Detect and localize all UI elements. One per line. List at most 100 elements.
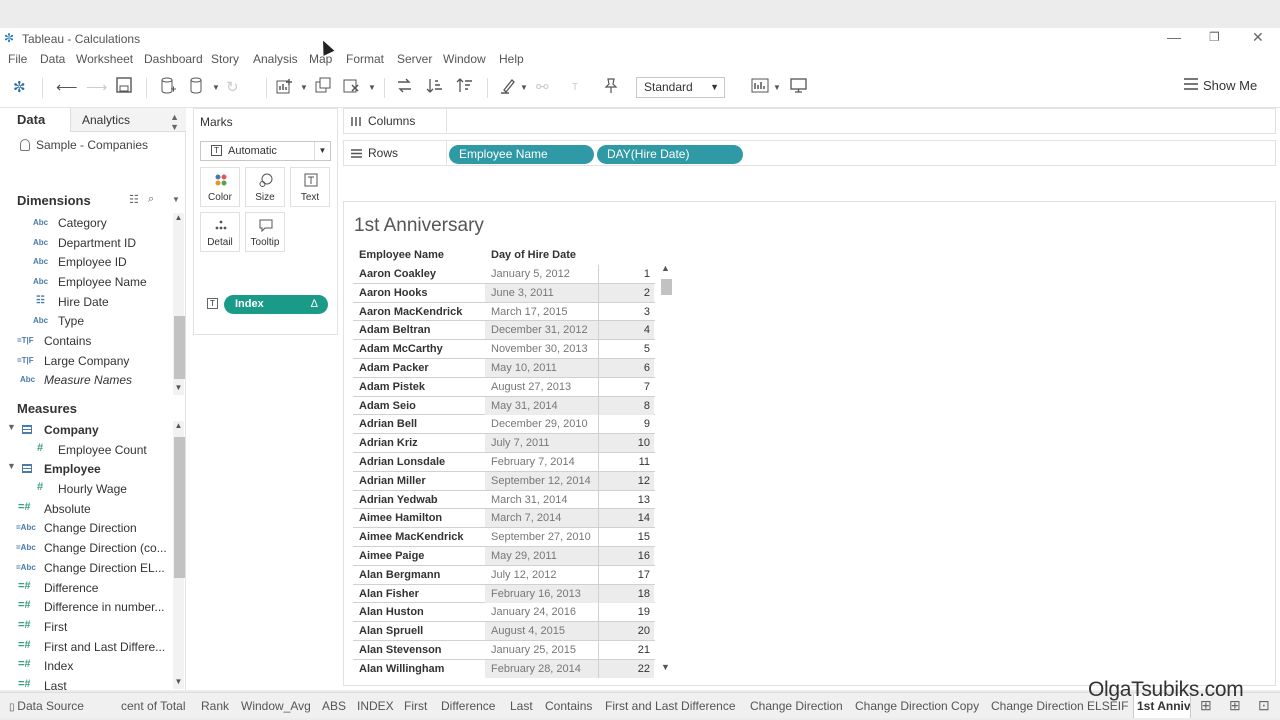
hire-date-cell[interactable]: January 25, 2015 [485,641,598,659]
pause-updates-icon[interactable] [189,77,205,99]
index-cell[interactable]: 6 [598,358,654,377]
close-button[interactable]: ✕ [1252,29,1264,46]
chevron-down-icon[interactable]: ▼ [773,77,781,99]
highlight-icon[interactable] [500,77,517,99]
field-first[interactable]: =# First [0,617,170,636]
employee-name-cell[interactable]: Aaron MacKendrick [359,303,462,321]
field-hire-date[interactable]: ☷ Hire Date [0,292,170,311]
hire-date-cell[interactable]: February 16, 2013 [485,584,598,603]
index-cell[interactable]: 12 [598,471,654,490]
hire-date-cell[interactable]: August 4, 2015 [485,622,598,641]
scroll-down-icon[interactable]: ▼ [173,383,184,392]
index-cell[interactable]: 4 [598,321,654,340]
tooltip-button[interactable]: Tooltip [245,212,285,252]
scroll-up-icon[interactable]: ▲ [173,421,184,430]
field-first-and-last-difference[interactable]: =# First and Last Differe... [0,637,170,656]
pin-icon[interactable] [602,77,619,99]
menu-worksheet[interactable]: Worksheet [76,52,133,66]
sheet-tab[interactable]: Difference [441,699,495,713]
hire-date-cell[interactable]: January 5, 2012 [485,265,598,283]
refresh-icon[interactable]: ↻ [226,77,239,99]
employee-name-cell[interactable]: Adam Seio [359,397,416,415]
menu-format[interactable]: Format [346,52,384,66]
collapse-icon[interactable]: ▼ [7,422,16,432]
employee-name-pill[interactable]: Employee Name [449,145,594,164]
index-cell[interactable]: 11 [598,452,654,471]
menu-map[interactable]: Map [309,52,332,66]
employee-name-cell[interactable]: Adrian Kriz [359,434,418,452]
field-absolute[interactable]: =# Absolute [0,499,170,518]
hire-date-cell[interactable]: December 31, 2012 [485,321,598,340]
swap-rows-columns-icon[interactable] [396,77,413,99]
group-members-icon[interactable]: ⚯ [536,77,549,99]
index-cell[interactable]: 21 [598,640,654,659]
field-employee-name[interactable]: Abc Employee Name [0,272,170,291]
index-cell[interactable]: 10 [598,434,654,453]
index-cell[interactable]: 13 [598,490,654,509]
sheet-tab[interactable]: cent of Total [121,699,186,713]
hire-date-cell[interactable]: November 30, 2013 [485,340,598,358]
detail-button[interactable]: Detail [200,212,240,252]
hire-date-cell[interactable]: May 29, 2011 [485,546,598,565]
table-row[interactable]: Alan Willingham February 28, 2014 22 [353,659,655,678]
index-cell[interactable]: 15 [598,528,654,547]
employee-name-cell[interactable]: Aimee Hamilton [359,509,442,527]
header-day-of-hire-date[interactable]: Day of Hire Date [491,249,576,261]
table-row[interactable]: Adrian Yedwab March 31, 2014 13 [353,490,655,510]
sheet-tab[interactable]: First and Last Difference [605,699,736,713]
employee-name-cell[interactable]: Aimee MacKendrick [359,528,464,546]
employee-name-cell[interactable]: Alan Bergmann [359,566,440,584]
table-row[interactable]: Adrian Lonsdale February 7, 2014 11 [353,452,655,472]
duplicate-sheet-icon[interactable] [315,77,332,99]
new-worksheet-icon[interactable] [276,77,294,99]
sheet-tab[interactable]: INDEX [357,699,394,713]
employee-name-cell[interactable]: Aimee Paige [359,547,424,565]
hire-date-cell[interactable]: March 7, 2014 [485,509,598,528]
hire-date-cell[interactable]: March 17, 2015 [485,303,598,321]
employee-name-cell[interactable]: Adrian Miller [359,472,426,490]
menu-file[interactable]: File [8,52,27,66]
table-row[interactable]: Alan Stevenson January 25, 2015 21 [353,640,655,660]
minimize-button[interactable]: — [1167,29,1181,45]
dimensions-scrollbar[interactable]: ▲ ▼ [173,213,185,395]
sort-descending-icon[interactable] [456,77,473,99]
scroll-up-icon[interactable]: ▲ [173,213,184,222]
field-index[interactable]: =# Index [0,656,170,675]
index-cell[interactable]: 9 [598,415,654,434]
data-source-tab[interactable]: ▯ Data Source [9,699,84,713]
table-row[interactable]: Aaron Coakley January 5, 2012 1 [353,265,655,284]
table-row[interactable]: Alan Spruell August 4, 2015 20 [353,622,655,641]
field-large-company[interactable]: =T|F Large Company [0,351,170,370]
show-mark-labels-icon[interactable]: T [572,77,578,99]
measures-scrollbar[interactable]: ▲ ▼ [173,421,185,689]
redo-icon[interactable]: ⟶ [86,77,108,99]
menu-story[interactable]: Story [211,52,239,66]
field-type[interactable]: Abc Type [0,311,170,330]
rows-shelf[interactable]: Rows Employee Name DAY(Hire Date) [343,140,1276,166]
clear-sheet-icon[interactable] [343,77,360,99]
menu-dashboard[interactable]: Dashboard [144,52,203,66]
employee-name-cell[interactable]: Alan Willingham [359,660,444,678]
fit-select[interactable]: Standard ▼ [636,77,725,98]
menu-server[interactable]: Server [397,52,432,66]
search-icon[interactable]: ⌕ [148,193,154,206]
field-change-direction[interactable]: =Abc Change Direction [0,518,170,537]
mark-type-select[interactable]: T Automatic ▼ [200,141,331,161]
table-row[interactable]: Alan Bergmann July 12, 2012 17 [353,565,655,585]
view-scrollbar[interactable]: ▲ ▼ [659,263,672,677]
scrollbar-thumb[interactable] [174,316,185,379]
field-employee-count[interactable]: # Employee Count [0,440,170,459]
index-cell[interactable]: 5 [598,340,654,359]
hire-date-cell[interactable]: May 31, 2014 [485,396,598,415]
tab-analytics[interactable]: Analytics ▲ ▼ [70,108,186,132]
table-row[interactable]: Aaron MacKendrick March 17, 2015 3 [353,302,655,322]
field-last[interactable]: =# Last [0,676,170,690]
index-cell[interactable]: 17 [598,565,654,584]
sheet-tab[interactable]: Last [510,699,533,713]
employee-name-cell[interactable]: Adam Packer [359,359,429,377]
undo-icon[interactable]: ⟵ [56,77,78,99]
employee-name-cell[interactable]: Alan Stevenson [359,641,442,659]
index-cell[interactable]: 18 [598,584,654,603]
employee-name-cell[interactable]: Adam Beltran [359,321,431,339]
sheet-tab[interactable]: Change Direction Copy [855,699,979,713]
